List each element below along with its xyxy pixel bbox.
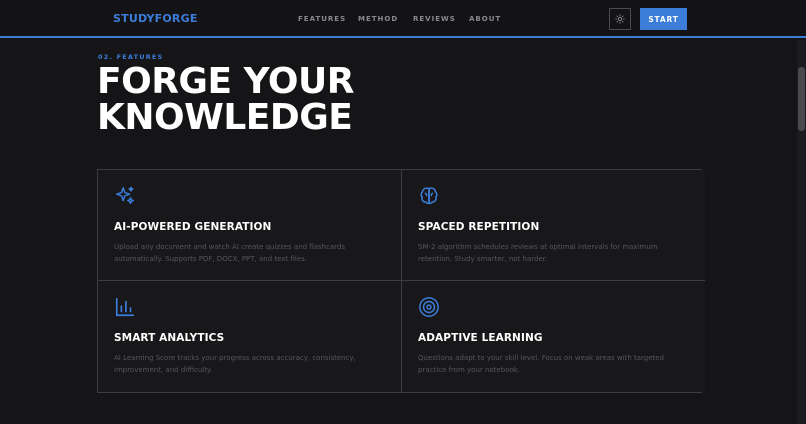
section-headline: FORGE YOUR KNOWLEDGE (97, 64, 354, 136)
feature-description: Questions adapt to your skill level. Foc… (418, 354, 665, 374)
nav-link-method[interactable]: METHOD (358, 15, 398, 23)
feature-title: SMART ANALYTICS (114, 332, 225, 344)
theme-toggle-button[interactable] (609, 8, 631, 30)
nav-link-about[interactable]: ABOUT (469, 15, 501, 23)
scrollbar-thumb[interactable] (798, 67, 805, 131)
feature-card-adaptive-learning: ADAPTIVE LEARNING Questions adapt to you… (402, 281, 705, 392)
feature-card-spaced-repetition: SPACED REPETITION SM-2 algorithm schedul… (402, 170, 705, 281)
feature-description: SM-2 algorithm schedules reviews at opti… (418, 243, 658, 263)
sun-icon (615, 14, 625, 24)
top-nav: STUDYFORGE FEATURES METHOD REVIEWS ABOUT… (0, 0, 806, 38)
bar-chart-icon (115, 297, 135, 317)
feature-description: AI Learning Score tracks your progress a… (114, 354, 356, 374)
feature-title: ADAPTIVE LEARNING (418, 332, 543, 344)
features-grid: AI-POWERED GENERATION Upload any documen… (97, 169, 705, 393)
headline-line-2: KNOWLEDGE (97, 97, 353, 138)
feature-card-smart-analytics: SMART ANALYTICS AI Learning Score tracks… (98, 281, 402, 392)
nav-link-features[interactable]: FEATURES (298, 15, 346, 23)
headline-line-1: FORGE YOUR (97, 61, 354, 102)
feature-description: Upload any document and watch AI create … (114, 243, 346, 263)
feature-title: AI-POWERED GENERATION (114, 221, 272, 233)
section-eyebrow: 02. FEATURES (98, 53, 164, 61)
feature-card-ai-generation: AI-POWERED GENERATION Upload any documen… (98, 170, 402, 281)
sparkles-icon (116, 186, 134, 205)
feature-title: SPACED REPETITION (418, 221, 540, 233)
nav-link-reviews[interactable]: REVIEWS (413, 15, 456, 23)
logo[interactable]: STUDYFORGE (113, 12, 198, 25)
brain-icon (420, 187, 438, 205)
scrollbar[interactable] (797, 40, 806, 424)
target-icon (419, 297, 439, 317)
start-button[interactable]: START (640, 8, 687, 30)
